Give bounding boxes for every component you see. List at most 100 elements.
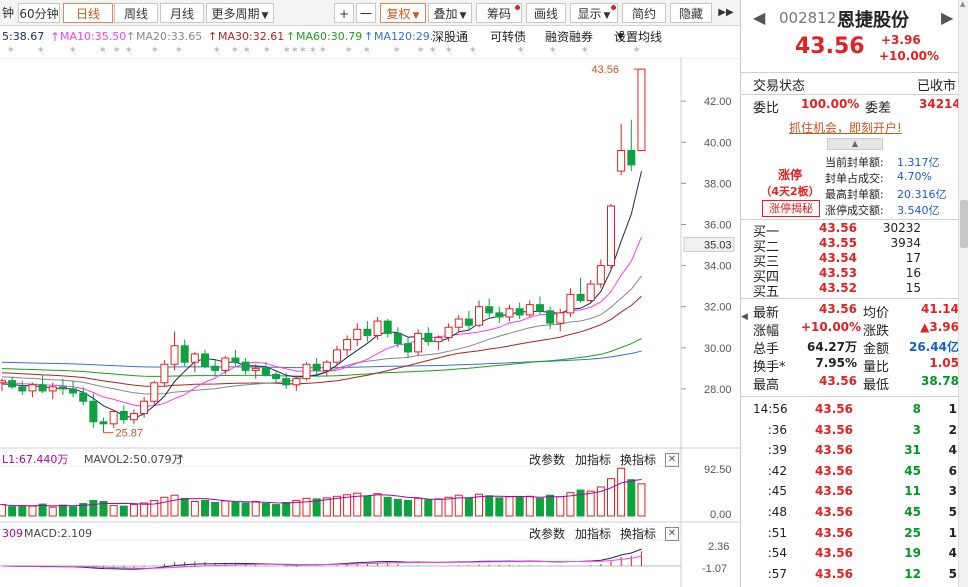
info-marker-icon[interactable]: * [518,46,524,58]
info-marker-icon[interactable]: * [582,46,588,58]
vol-add-indicator-button[interactable]: 加指标 [575,450,611,470]
volume-bar [140,502,149,517]
tick-volume: 45 [904,505,921,519]
zoom-out-button[interactable]: 一 [356,3,376,23]
info-marker-icon[interactable]: * [320,46,326,58]
stat-label: 均价 [863,306,890,321]
info-marker-icon[interactable]: * [346,46,352,58]
volume-bar [617,467,626,517]
trade-status-label: 交易状态 [753,79,806,94]
candle-body [48,386,57,392]
tab-minute[interactable]: 钟 [0,3,16,23]
info-marker-icon[interactable]: * [244,46,250,58]
info-marker-icon[interactable]: * [264,46,270,58]
limit-up-box: 涨停 （4天2板） 涨停揭秘 [755,160,825,220]
simple-button[interactable]: 简约 [622,3,666,23]
tick-time: :39 [767,443,787,458]
close-icon[interactable]: ✕ [665,527,679,541]
candle-body [140,400,149,415]
bid-price[interactable]: 43.53 [819,266,857,280]
tab-monthly[interactable]: 月线 [160,3,204,23]
tick-price: 43.56 [815,422,853,437]
overlay-dropdown[interactable]: 叠加 ▼ [428,3,472,23]
stat-value: 7.95% [815,356,857,370]
chevron-left-icon[interactable]: ◀ [741,312,748,332]
bid-price[interactable]: 43.55 [819,236,857,250]
info-marker-icon[interactable]: * [176,46,182,58]
tick-time: 14:56 [753,402,788,416]
scrollbar-thumb[interactable] [960,200,968,248]
open-account-link[interactable]: 抓住机会，即刻开户! [789,119,902,136]
info-marker-icon[interactable]: * [284,46,290,58]
candle-body [58,386,67,390]
ma20-value: MA20:33.65 [136,30,203,43]
tab-60min[interactable]: 60分钟 [18,3,60,23]
close-icon[interactable]: ✕ [665,453,679,467]
info-marker-icon[interactable]: * [232,46,238,58]
info-marker-icon[interactable]: * [394,46,400,58]
info-marker-icon[interactable]: * [38,46,44,58]
volume-bar [69,506,78,517]
info-marker-icon[interactable]: * [446,46,452,58]
display-dropdown[interactable]: 显示 ▼ [570,3,618,23]
tab-daily[interactable]: 日线 [63,3,113,23]
volume-bar [89,499,98,517]
info-marker-icon[interactable]: * [8,46,14,58]
ma120-value: MA120:29. [374,30,434,43]
kline-chart[interactable]: 42.00 40.00 38.00 36.00 34.00 32.00 30.00 28.00… [0,58,740,587]
candle-body [211,365,220,371]
info-marker-icon[interactable]: * [310,46,316,58]
info-marker-icon[interactable]: * [100,46,106,58]
bid-price[interactable]: 43.56 [819,221,857,235]
chevron-right-icon[interactable]: ▶ [941,8,953,27]
info-marker-icon[interactable]: * [292,46,298,58]
chips-button[interactable]: 筹码 [476,3,522,23]
info-marker-icon[interactable]: * [430,46,436,58]
info-marker-icon[interactable]: * [152,46,158,58]
bid-price[interactable]: 43.54 [819,251,857,265]
draw-button[interactable]: 画线 [526,3,566,23]
bid-price[interactable]: 43.52 [819,281,857,295]
volume-bar [109,505,118,517]
info-marker-icon[interactable]: * [470,46,476,58]
collapse-toggle[interactable]: ▲ [827,138,883,150]
tick-price: 43.56 [815,402,853,416]
info-marker-icon[interactable]: * [550,46,556,58]
candle-body [617,150,626,172]
macd-modify-params-button[interactable]: 改参数 [529,524,565,544]
vol-modify-params-button[interactable]: 改参数 [529,450,565,470]
tab-weekly[interactable]: 周线 [114,3,158,23]
candle-body [414,332,423,353]
hide-button[interactable]: 隐藏 [670,3,712,23]
info-marker-icon[interactable]: * [70,46,76,58]
tick-count: 4 [948,546,957,561]
volume-bar [637,483,646,517]
macd-switch-indicator-button[interactable]: 换指标 [620,524,656,544]
info-marker-icon[interactable]: * [300,46,306,58]
macd-add-indicator-button[interactable]: 加指标 [575,524,611,544]
adjust-dropdown[interactable]: 复权 ▼ [380,3,426,23]
zoom-in-button[interactable]: + [334,3,354,23]
vol-switch-indicator-button[interactable]: 换指标 [620,450,656,470]
candle-body [424,332,433,343]
volume-bar [607,478,615,517]
volume-bar [485,495,494,517]
volume-bar [211,502,220,517]
info-marker-icon[interactable]: * [418,46,424,58]
scrollbar[interactable]: ▲ [958,0,968,587]
double-chevron-right-icon[interactable]: ▶▶ [714,3,738,23]
more-periods-dropdown[interactable]: 更多周期 ▼ [206,3,274,23]
info-marker-icon[interactable]: * [214,46,220,58]
info-marker-icon[interactable]: * [634,46,640,58]
info-marker-icon[interactable]: * [364,46,370,58]
chevron-left-icon[interactable]: ◀ [753,8,765,27]
adjust-label: 复权 [386,7,411,21]
limit-up-reveal-button[interactable]: 涨停揭秘 [762,200,820,217]
weicha-value: 34214 [919,97,961,111]
volume-bar [231,501,240,517]
volume-bar [241,502,250,517]
info-marker-icon[interactable]: * [114,46,120,58]
info-marker-icon[interactable]: * [126,46,132,58]
ma120-line [1,350,642,369]
arrow-up-icon: ↑ [176,453,186,466]
